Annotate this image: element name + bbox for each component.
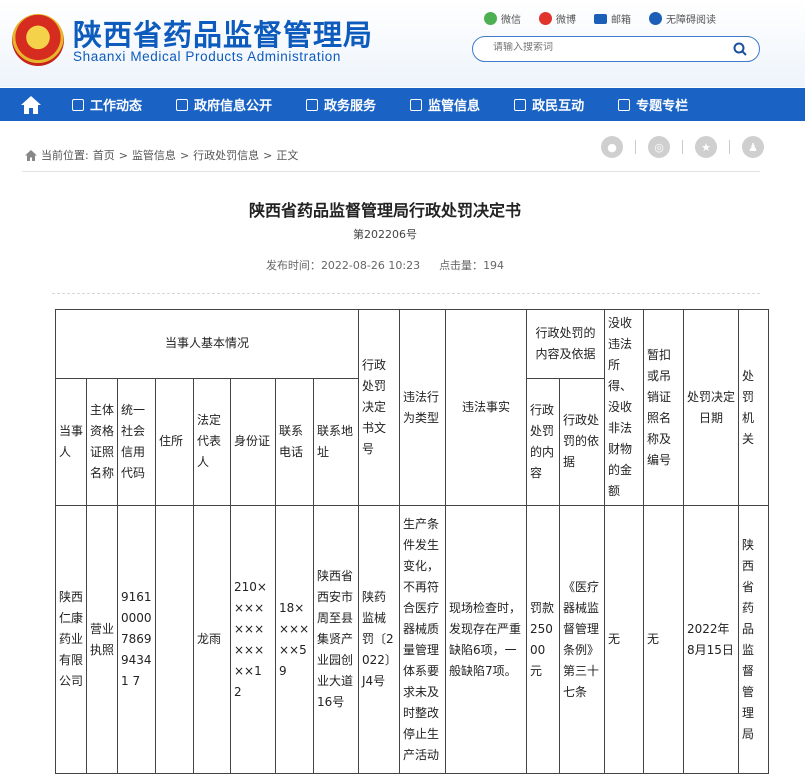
home-small-icon	[25, 149, 37, 161]
weibo-link[interactable]: 微博	[539, 11, 576, 26]
cell-confiscation: 无	[604, 505, 644, 774]
cell-credit-code: 91610000786994341 7	[117, 505, 156, 774]
article-meta: 发布时间：2022-08-26 10:23 点击量：194	[265, 259, 505, 272]
share-buttons: ● ◎ ★ ♟	[601, 136, 764, 158]
folder-icon	[618, 98, 631, 111]
accessibility-icon	[649, 12, 662, 25]
header-violation-type: 违法行为类型	[399, 309, 446, 506]
qq-icon[interactable]: ♟	[742, 136, 764, 158]
wechat-link[interactable]: 微信	[484, 11, 521, 26]
document-icon	[72, 98, 84, 111]
cell-decision-no: 陕药监械罚〔2022〕J4号	[358, 505, 400, 774]
header-legal-rep: 法定代表人	[193, 377, 231, 507]
header-date: 处罚决定日期	[683, 309, 739, 506]
nav-item-interaction[interactable]: 政民互动	[514, 88, 584, 121]
doc-number: 第202206号	[353, 228, 417, 241]
search-input[interactable]	[493, 42, 723, 53]
breadcrumb: 当前位置: 首页 > 监管信息 > 行政处罚信息 > 正文	[25, 147, 298, 163]
cell-party: 陕西仁康药业有限公司	[55, 505, 87, 774]
cell-authority: 陕西省药品监督管理局	[738, 505, 769, 774]
search-icon[interactable]	[733, 42, 747, 56]
divider-dashed	[52, 293, 760, 294]
site-header: 陕西省药品监督管理局 Shaanxi Medical Products Admi…	[0, 0, 805, 87]
click-count: 194	[483, 259, 505, 272]
home-icon	[21, 95, 41, 114]
publish-time: 2022-08-26 10:23	[320, 259, 421, 272]
header-id-card: 身份证	[230, 377, 276, 507]
nav-item-topics[interactable]: 专题专栏	[618, 88, 688, 121]
cell-address	[155, 505, 194, 774]
table-row: 陕西仁康药业有限公司 营业执照 91610000786994341 7 龙雨 2…	[55, 505, 769, 774]
header-penalty-group: 行政处罚的内容及依据	[526, 309, 605, 379]
header-decision-no: 行政处罚决定书文号	[358, 309, 400, 506]
article-title: 陕西省药品监督管理局行政处罚决定书	[248, 201, 521, 220]
book-icon	[176, 98, 189, 111]
cell-legal-rep: 龙雨	[193, 505, 231, 774]
main-nav: 工作动态 政府信息公开 政务服务 监管信息 政民互动 专题专栏	[0, 88, 805, 121]
people-icon	[514, 98, 527, 111]
cell-contact-addr: 陕西省西安市周至县集贤产业园创业大道16号	[313, 505, 359, 774]
header-party: 当事人	[55, 377, 87, 507]
cell-penalty-basis: 《医疗器械监督管理条例》第三十七条	[559, 505, 605, 774]
cell-phone: 18××××××59	[275, 505, 314, 774]
weibo-icon	[539, 12, 552, 25]
header-contact-addr: 联系地址	[313, 377, 359, 507]
cell-suspend: 无	[643, 505, 684, 774]
cell-date: 2022年8月15日	[683, 505, 739, 774]
breadcrumb-supervision[interactable]: 监管信息	[132, 147, 176, 163]
header-phone: 联系电话	[275, 377, 314, 507]
cell-penalty-content: 罚款25000元	[526, 505, 560, 774]
breadcrumb-home[interactable]: 首页	[93, 147, 115, 163]
header-penalty-basis: 行政处罚的依据	[559, 377, 605, 507]
cell-id-card: 210××××××××××××1 2	[230, 505, 276, 774]
header-authority: 处罚机关	[738, 309, 769, 506]
header-party-group: 当事人基本情况	[55, 309, 359, 379]
favorite-star-icon[interactable]: ★	[695, 136, 717, 158]
mail-icon	[594, 13, 607, 24]
nav-item-services[interactable]: 政务服务	[306, 88, 376, 121]
national-emblem-logo	[12, 14, 64, 66]
site-title-en: Shaanxi Medical Products Administration	[73, 49, 342, 64]
home-button[interactable]	[0, 88, 62, 121]
header-credit-code: 统一社会信用代码	[117, 377, 156, 507]
clipboard-icon	[410, 98, 423, 111]
accessibility-link[interactable]: 无障碍阅读	[649, 11, 716, 26]
wechat-icon	[484, 12, 497, 25]
site-title[interactable]: 陕西省药品监督管理局	[73, 12, 373, 54]
breadcrumb-penalty[interactable]: 行政处罚信息	[193, 147, 259, 163]
grid-icon	[306, 98, 319, 111]
cell-facts: 现场检查时，发现存在严重缺陷6项，一般缺陷7项。	[445, 505, 527, 774]
cell-violation-type: 生产条件发生变化，不再符合医疗器械质量管理体系要求未及时整改停止生产活动	[399, 505, 446, 774]
header-suspend: 暂扣或吊销证照名称及编号	[643, 309, 684, 506]
share-wechat-icon[interactable]: ●	[601, 136, 623, 158]
cell-license: 营业执照	[86, 505, 118, 774]
nav-item-work[interactable]: 工作动态	[72, 88, 142, 121]
header-address: 住所	[155, 377, 194, 507]
nav-item-gov-info[interactable]: 政府信息公开	[176, 88, 272, 121]
penalty-table: 当事人基本情况 行政处罚决定书文号 违法行为类型 违法事实 行政处罚的内容及依据…	[55, 309, 769, 774]
header-confiscation: 没收违法所得、没收非法财物的金额	[604, 309, 644, 506]
nav-item-supervision[interactable]: 监管信息	[410, 88, 480, 121]
header-facts: 违法事实	[445, 309, 527, 506]
search-box	[472, 36, 760, 62]
mail-link[interactable]: 邮箱	[594, 11, 631, 26]
top-links: 微信 微博 邮箱 无障碍阅读	[484, 11, 716, 26]
share-weibo-icon[interactable]: ◎	[648, 136, 670, 158]
divider	[22, 171, 760, 172]
header-license: 主体资格证照名称	[86, 377, 118, 507]
breadcrumb-current: 正文	[276, 149, 299, 162]
header-penalty-content: 行政处罚的内容	[526, 377, 560, 507]
